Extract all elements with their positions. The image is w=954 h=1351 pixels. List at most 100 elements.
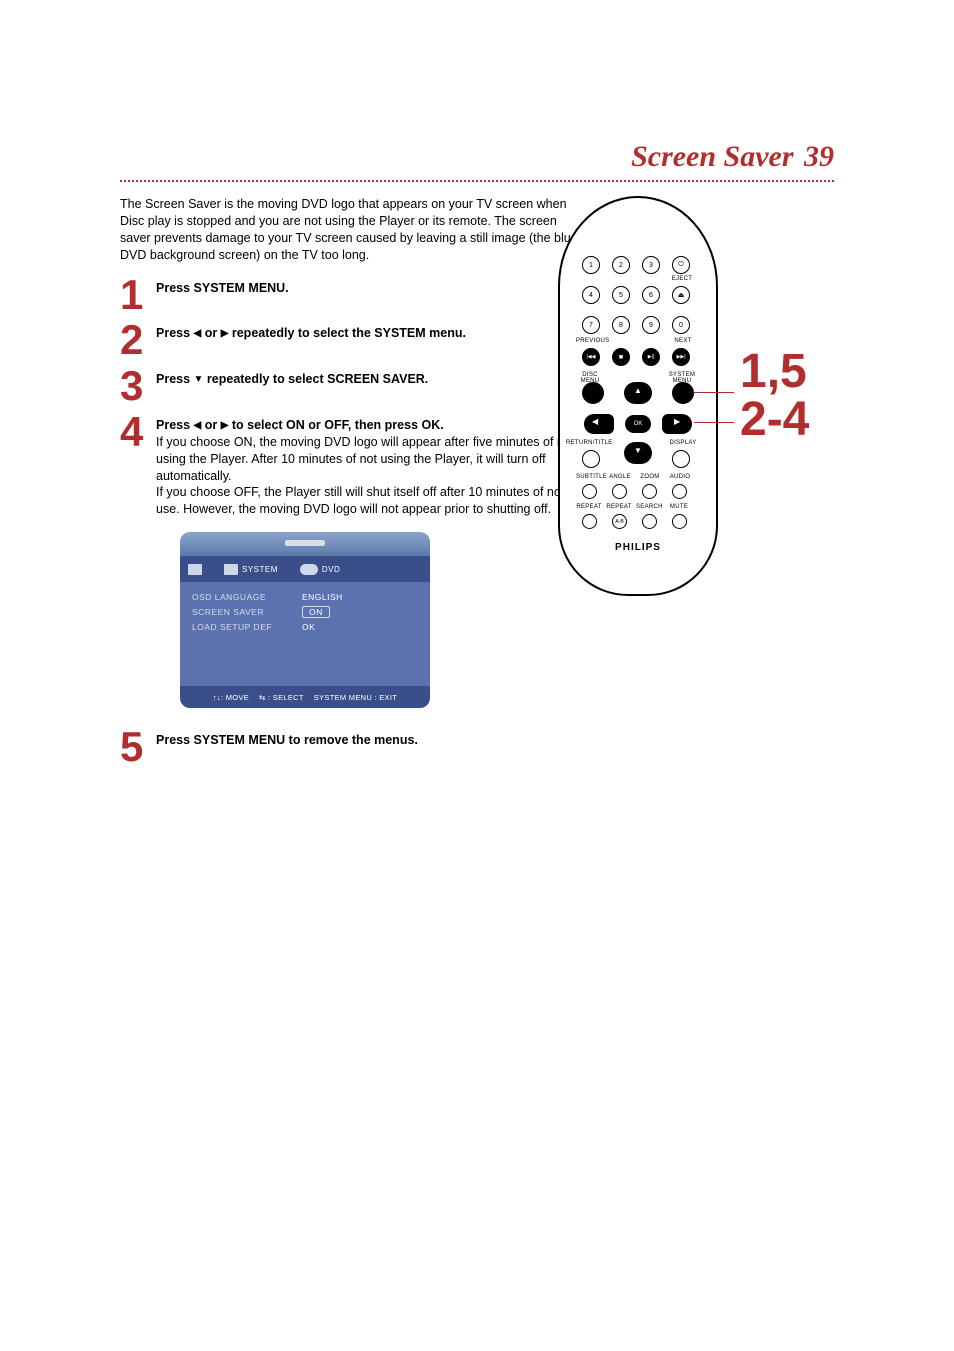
osd-tab-system-label: SYSTEM [242, 565, 278, 574]
osd-row-value-selected: ON [302, 606, 330, 618]
osd-tab-system: SYSTEM [224, 564, 278, 575]
updown-icon: ↑↓ [213, 693, 221, 702]
remote-brand: PHILIPS [610, 542, 666, 553]
remote-key-angle [612, 484, 627, 499]
osd-logo-icon [285, 537, 325, 549]
callout-line-2 [694, 422, 734, 423]
right-arrow-icon: ▶ [674, 417, 680, 426]
remote-key-5: 5 [612, 286, 630, 304]
remote-key-zoom [642, 484, 657, 499]
divider [120, 180, 834, 182]
previous-icon: |◀◀ [587, 354, 596, 360]
remote-key-0: 0 [672, 316, 690, 334]
remote-key-repeat-ab: A-B [612, 514, 627, 529]
step-2-pre: Press [156, 326, 194, 340]
step-2-post: repeatedly to select the SYSTEM menu. [228, 326, 466, 340]
remote-key-3: 3 [642, 256, 660, 274]
remote-label-repeat-ab: REPEAT [606, 504, 632, 510]
remote-key-next: ▶▶| [672, 348, 690, 366]
power-icon: ⏻ [678, 261, 684, 269]
osd-menu-screenshot: SYSTEM DVD OSD LANGUAGE ENGLISH SCREEN S… [180, 532, 430, 708]
step-3: 3 Press ▼ repeatedly to select SCREEN SA… [120, 367, 580, 405]
remote-key-subtitle [582, 484, 597, 499]
left-arrow-icon: ◀ [592, 417, 598, 426]
remote-label-display: DISPLAY [668, 440, 698, 446]
stop-icon: ■ [619, 354, 623, 361]
page-number: 39 [804, 140, 834, 173]
remote-key-eject: ⏏ [672, 286, 690, 304]
remote-key-search [642, 514, 657, 529]
osd-row-label: SCREEN SAVER [192, 607, 302, 617]
osd-row-value: OK [302, 622, 315, 632]
step-number: 5 [120, 728, 156, 766]
step-2: 2 Press ◀ or ▶ repeatedly to select the … [120, 321, 580, 359]
step-3-pre: Press [156, 372, 194, 386]
leftright-icon: ⇆ [259, 693, 266, 702]
remote-illustration: 1 2 3 ⏻ 4 5 6 ⏏ EJECT 7 8 9 0 PREVIOUS N… [558, 196, 728, 596]
step-4-line1-post: to select ON or OFF, then press OK. [228, 418, 443, 432]
callout-2-4: 2-4 [740, 398, 809, 441]
remote-key-play-pause: ▶|| [642, 348, 660, 366]
remote-label-eject: EJECT [670, 276, 694, 282]
playpause-icon: ▶|| [648, 354, 654, 360]
step-3-post: repeatedly to select SCREEN SAVER. [203, 372, 428, 386]
remote-key-mute [672, 514, 687, 529]
remote-key-8: 8 [612, 316, 630, 334]
step-1: 1 Press SYSTEM MENU. [120, 276, 580, 314]
osd-tabs: SYSTEM DVD [180, 556, 430, 582]
osd-footer-move: : MOVE [221, 693, 249, 702]
osd-topbar [180, 532, 430, 556]
dvd-icon [300, 564, 318, 575]
remote-label-return-title: RETURN/TITLE [566, 440, 610, 446]
step-4: 4 Press ◀ or ▶ to select ON or OFF, then… [120, 413, 580, 518]
remote-dpad-ok: OK [625, 415, 651, 433]
step-number: 1 [120, 276, 156, 314]
remote-key-9: 9 [642, 316, 660, 334]
osd-footer: ↑↓: MOVE ⇆ : SELECT SYSTEM MENU : EXIT [180, 686, 430, 708]
remote-dpad-down: ▼ [624, 442, 652, 464]
remote-key-stop: ■ [612, 348, 630, 366]
osd-tab-general [188, 564, 202, 575]
step-2-mid: or [201, 326, 220, 340]
step-number: 2 [120, 321, 156, 359]
remote-key-power: ⏻ [672, 256, 690, 274]
osd-row-load-setup-def: LOAD SETUP DEF OK [192, 622, 418, 632]
step-4-body1: If you choose ON, the moving DVD logo wi… [156, 435, 574, 483]
remote-dpad-left: ◀ [584, 414, 614, 434]
step-5: 5 Press SYSTEM MENU to remove the menus. [120, 728, 580, 766]
osd-row-label: OSD LANGUAGE [192, 592, 302, 602]
remote-dpad-up: ▲ [624, 382, 652, 404]
osd-footer-exit: SYSTEM MENU : EXIT [314, 693, 397, 702]
eject-icon: ⏏ [678, 291, 685, 299]
remote-key-6: 6 [642, 286, 660, 304]
step-number: 3 [120, 367, 156, 405]
remote-key-2: 2 [612, 256, 630, 274]
remote-label-subtitle: SUBTITLE [576, 474, 604, 480]
step-4-line1-mid: or [201, 418, 220, 432]
step-4-body2: If you choose OFF, the Player still will… [156, 485, 561, 516]
remote-label-audio: AUDIO [668, 474, 692, 480]
tv-icon [188, 564, 202, 575]
remote-dpad-right: ▶ [662, 414, 692, 434]
remote-key-system-menu [672, 382, 694, 404]
down-arrow-icon: ▼ [194, 374, 204, 385]
page-title: Screen Saver [631, 140, 793, 173]
remote-key-display [672, 450, 690, 468]
next-icon: ▶▶| [677, 354, 686, 360]
step-4-line1-pre: Press [156, 418, 194, 432]
osd-row-osd-language: OSD LANGUAGE ENGLISH [192, 592, 418, 602]
remote-key-1: 1 [582, 256, 600, 274]
remote-key-return-title [582, 450, 600, 468]
remote-key-4: 4 [582, 286, 600, 304]
step-5-text: Press SYSTEM MENU to remove the menus. [156, 733, 418, 747]
remote-label-angle: ANGLE [608, 474, 632, 480]
osd-row-screen-saver: SCREEN SAVER ON [192, 606, 418, 618]
up-arrow-icon: ▲ [634, 386, 642, 395]
remote-key-audio [672, 484, 687, 499]
osd-footer-select: : SELECT [268, 693, 304, 702]
remote-label-zoom: ZOOM [638, 474, 662, 480]
step-number: 4 [120, 413, 156, 451]
osd-body: OSD LANGUAGE ENGLISH SCREEN SAVER ON LOA… [180, 582, 430, 686]
monitor-icon [224, 564, 238, 575]
osd-row-value: ENGLISH [302, 592, 343, 602]
